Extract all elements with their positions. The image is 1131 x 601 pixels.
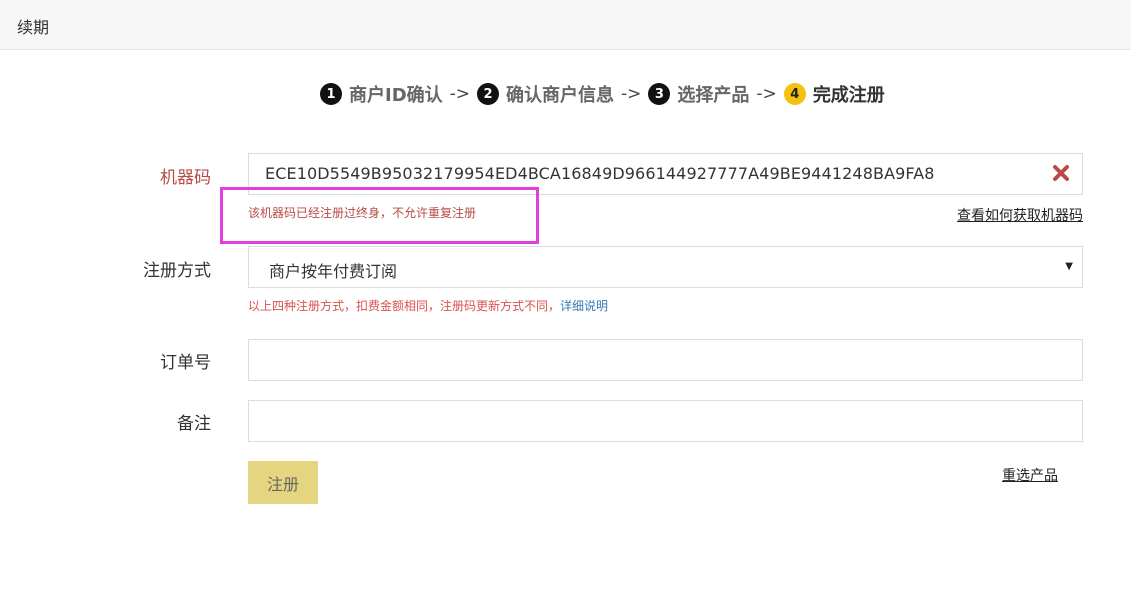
machine-code-label: 机器码 — [160, 168, 211, 188]
reg-method-note: 以上四种注册方式，扣费金额相同，注册码更新方式不同，详细说明 — [248, 297, 608, 314]
step-1: 1 商户ID确认 — [320, 81, 443, 107]
caret-down-icon: ▼ — [1065, 261, 1073, 272]
order-no-input[interactable] — [248, 339, 1083, 381]
reg-method-selected: 商户按年付费订阅 — [269, 262, 398, 281]
machine-code-error: 该机器码已经注册过终身，不允许重复注册 — [248, 206, 477, 220]
step-3-number: 3 — [648, 83, 671, 105]
step-2-number: 2 — [477, 83, 500, 105]
reg-method-select[interactable]: 商户按年付费订阅 ▼ — [248, 246, 1083, 288]
progress-steps: 1 商户ID确认 -> 2 确认商户信息 -> 3 选择产品 -> 4 完成注册 — [320, 82, 885, 106]
remark-label: 备注 — [177, 414, 211, 434]
step-3-label: 选择产品 — [677, 85, 750, 106]
close-x-icon[interactable] — [1052, 163, 1070, 183]
step-2: 2 确认商户信息 — [477, 81, 614, 107]
details-link[interactable]: 详细说明 — [560, 299, 608, 313]
step-1-label: 商户ID确认 — [349, 85, 443, 106]
remark-input[interactable] — [248, 400, 1083, 442]
how-to-get-machine-code-link[interactable]: 查看如何获取机器码 — [957, 205, 1083, 225]
step-3: 3 选择产品 — [648, 81, 749, 107]
reg-method-label: 注册方式 — [143, 261, 211, 281]
step-arrow: -> — [621, 84, 642, 104]
step-2-label: 确认商户信息 — [506, 85, 615, 106]
register-button[interactable]: 注册 — [248, 461, 318, 504]
machine-code-value: ECE10D5549B95032179954ED4BCA16849D966144… — [265, 164, 935, 183]
step-arrow: -> — [449, 84, 471, 104]
step-1-number: 1 — [320, 83, 342, 105]
page-header: 续期 — [0, 0, 1131, 50]
step-4-label: 完成注册 — [812, 85, 885, 106]
step-4-number: 4 — [783, 83, 806, 105]
step-4: 4 完成注册 — [783, 81, 885, 107]
page-title: 续期 — [17, 18, 50, 37]
reg-method-note-text: 以上四种注册方式，扣费金额相同，注册码更新方式不同， — [248, 299, 561, 313]
reselect-product-link[interactable]: 重选产品 — [1002, 465, 1058, 485]
order-no-label: 订单号 — [160, 353, 211, 373]
step-arrow: -> — [756, 84, 777, 104]
